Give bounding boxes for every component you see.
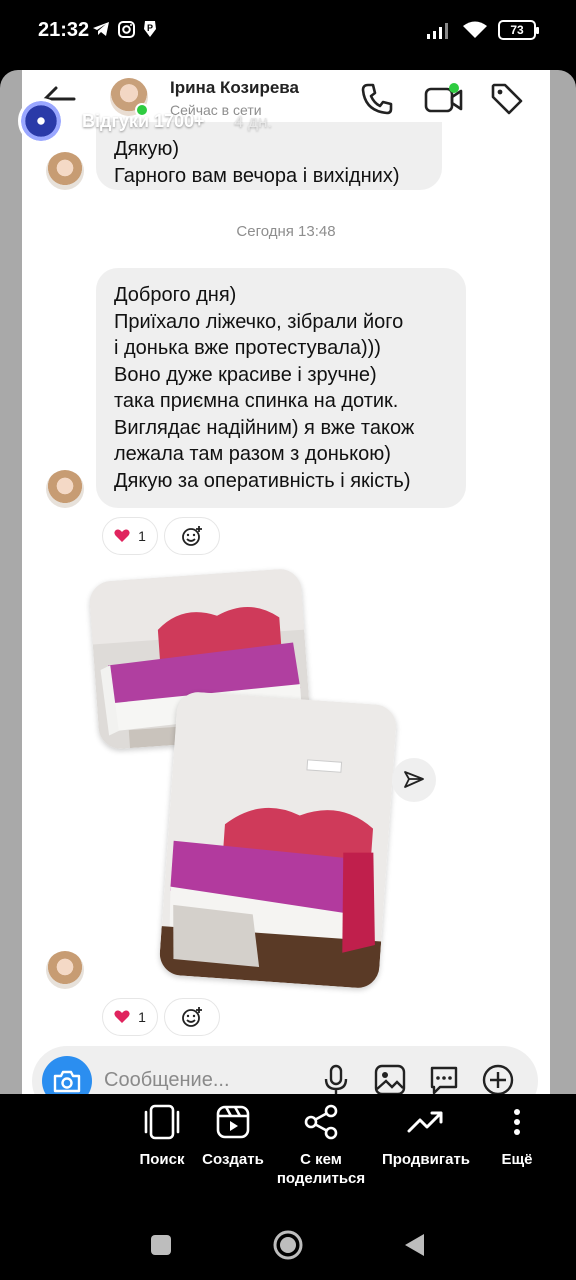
story-account-avatar[interactable] bbox=[18, 98, 64, 144]
promote-icon bbox=[407, 1111, 443, 1133]
add-reaction-button bbox=[164, 998, 220, 1036]
back-button[interactable] bbox=[402, 1232, 426, 1258]
search-screen-icon bbox=[144, 1104, 180, 1140]
camera-button bbox=[42, 1056, 92, 1094]
search-action-button[interactable]: Поиск bbox=[136, 1094, 188, 1169]
gallery-icon bbox=[374, 1064, 406, 1094]
video-call-icon bbox=[424, 83, 463, 113]
share-icon bbox=[304, 1104, 338, 1140]
recents-button[interactable] bbox=[150, 1234, 172, 1256]
promote-action-button[interactable]: Продвигать bbox=[378, 1094, 474, 1169]
action-label: С кем поделиться bbox=[276, 1151, 366, 1187]
plus-circle-icon bbox=[482, 1064, 514, 1094]
signal-icon bbox=[427, 23, 448, 39]
reaction-heart: 1 bbox=[102, 998, 158, 1036]
reaction-count: 1 bbox=[138, 528, 146, 544]
system-nav-bar bbox=[0, 1204, 576, 1280]
create-icon bbox=[216, 1105, 250, 1139]
bed-photo-2 bbox=[158, 690, 398, 990]
story-posted-ago: 4 дн. bbox=[234, 112, 273, 131]
dm-screenshot: Ірина Козирева Сейчас в сети Дякую) Гарн… bbox=[22, 70, 550, 1094]
story-frame[interactable]: Ірина Козирева Сейчас в сети Дякую) Гарн… bbox=[0, 70, 576, 1094]
status-bar: 21:32 P 73 bbox=[0, 0, 576, 62]
action-label: Продвигать bbox=[381, 1151, 471, 1168]
message-bubble: Дякую) Гарного вам вечора і вихідних) bbox=[96, 122, 442, 190]
share-action-button[interactable]: С кем поделиться bbox=[272, 1094, 370, 1188]
battery-level: 73 bbox=[510, 23, 524, 37]
sender-avatar bbox=[46, 951, 84, 989]
message-bubble: Доброго дня) Приїхало ліжечко, зібрали й… bbox=[96, 268, 466, 508]
sender-avatar bbox=[46, 470, 84, 508]
add-emoji-icon bbox=[182, 1007, 202, 1027]
battery-icon: 73 bbox=[498, 20, 539, 40]
story-actions-bar: Поиск Создать С кем поделиться Продвигат… bbox=[0, 1094, 576, 1204]
heart-icon bbox=[114, 529, 130, 542]
create-action-button[interactable]: Создать bbox=[196, 1094, 270, 1169]
microphone-icon bbox=[324, 1064, 348, 1094]
contact-name: Ірина Козирева bbox=[170, 78, 299, 97]
telegram-icon bbox=[93, 22, 109, 36]
system-icons: 73 bbox=[426, 20, 539, 40]
sticker-icon bbox=[430, 1066, 458, 1094]
add-emoji-icon bbox=[182, 526, 202, 546]
reaction-count: 1 bbox=[138, 1009, 146, 1025]
message-composer: Сообщение... bbox=[32, 1046, 538, 1094]
more-action-button[interactable]: Ещё bbox=[494, 1094, 540, 1169]
add-reaction-button bbox=[164, 517, 220, 555]
more-icon bbox=[514, 1109, 520, 1135]
action-label: Ещё bbox=[501, 1151, 533, 1168]
heart-icon bbox=[114, 1010, 130, 1023]
notification-icons: P bbox=[92, 20, 157, 38]
share-photo-button bbox=[392, 758, 436, 802]
date-separator: Сегодня 13:48 bbox=[236, 223, 336, 240]
message-input: Сообщение... bbox=[104, 1069, 230, 1091]
status-time: 21:32 bbox=[38, 19, 90, 41]
pay-icon: P bbox=[144, 21, 156, 37]
svg-text:P: P bbox=[147, 23, 153, 33]
action-label: Поиск bbox=[139, 1151, 185, 1168]
phone-icon bbox=[361, 83, 393, 115]
sender-avatar bbox=[46, 152, 84, 190]
home-button[interactable] bbox=[272, 1229, 304, 1261]
reaction-heart: 1 bbox=[102, 517, 158, 555]
send-icon bbox=[404, 771, 424, 788]
story-account-name[interactable]: Відгуки 1700+ bbox=[82, 111, 205, 132]
wifi-icon bbox=[463, 21, 487, 38]
instagram-icon bbox=[118, 20, 135, 38]
tag-icon bbox=[491, 83, 523, 115]
camera-icon bbox=[53, 1070, 81, 1093]
action-label: Создать bbox=[202, 1151, 264, 1168]
